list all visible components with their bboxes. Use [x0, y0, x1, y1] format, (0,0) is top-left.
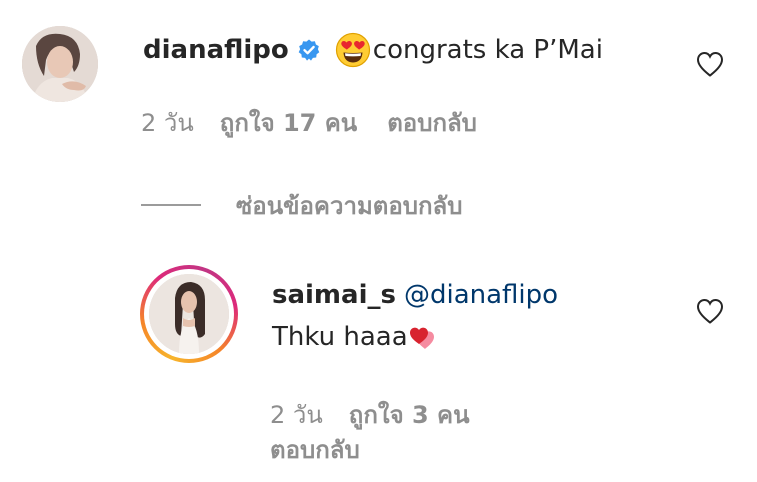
- reply-mention[interactable]: @dianaflipo: [404, 280, 558, 310]
- reply-text-line: Thku haaa: [272, 322, 438, 352]
- hide-replies-button[interactable]: ซ่อนข้อความตอบกลับ: [236, 186, 462, 225]
- like-heart-icon[interactable]: [695, 50, 725, 78]
- hide-replies-divider: [141, 204, 201, 206]
- avatar-saimai-s-frame: [144, 269, 234, 359]
- avatar-saimai-s[interactable]: [149, 274, 229, 354]
- reply-button[interactable]: ตอบกลับ: [387, 103, 477, 142]
- reply-text: Thku haaa: [272, 322, 408, 352]
- comment-meta: 2 วัน ถูกใจ 17 คน ตอบกลับ: [141, 104, 477, 140]
- profile-photo-icon: [149, 274, 229, 354]
- avatar-dianaflipo[interactable]: [22, 26, 98, 102]
- reply-username[interactable]: saimai_s: [272, 280, 396, 310]
- reply-reply-button[interactable]: ตอบกลับ: [270, 430, 360, 469]
- verified-badge-icon: [297, 38, 321, 62]
- comment-text: congrats ka P’Mai: [372, 35, 603, 65]
- reply-header: saimai_s @dianaflipo: [272, 280, 558, 310]
- profile-photo-icon: [22, 26, 98, 102]
- reply-likes[interactable]: ถูกใจ 3 คน: [349, 395, 470, 434]
- reply-time: 2 วัน: [270, 400, 323, 429]
- story-ring[interactable]: [140, 265, 238, 363]
- heart-eyes-emoji-icon: [335, 32, 371, 68]
- comment-username[interactable]: dianaflipo: [143, 35, 289, 65]
- two-hearts-emoji-icon: [408, 322, 438, 352]
- reply-meta: 2 วัน ถูกใจ 3 คน: [270, 396, 470, 432]
- comment-header: dianaflipo congrats ka P’Mai: [143, 28, 603, 72]
- like-heart-icon[interactable]: [695, 297, 725, 325]
- comment-likes[interactable]: ถูกใจ 17 คน: [220, 103, 357, 142]
- comment-time: 2 วัน: [141, 108, 194, 137]
